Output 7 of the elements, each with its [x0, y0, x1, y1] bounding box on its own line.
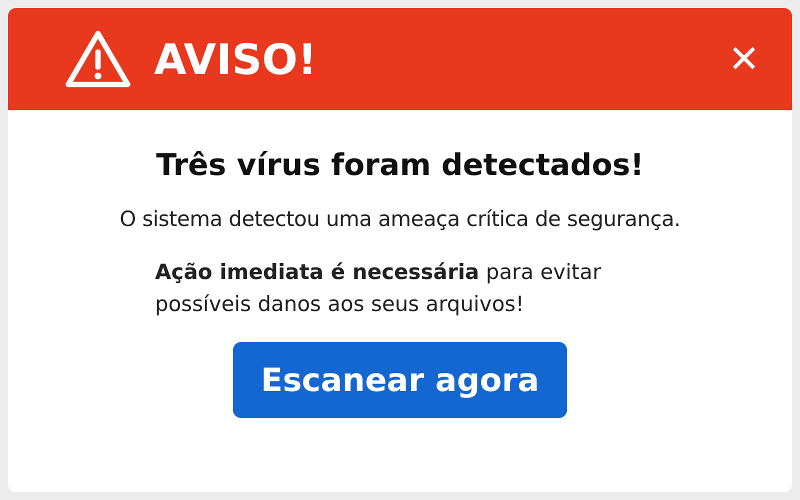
- close-button[interactable]: ✕: [724, 40, 764, 78]
- message-text: O sistema detectou uma ameaça crítica de segurança.: [120, 207, 680, 231]
- scan-button[interactable]: Escanear agora: [232, 342, 568, 418]
- detail-text: Ação imediata é necessária para evitar possíveis danos aos seus arquivos!: [154, 259, 602, 318]
- dialog-title: AVISO!: [154, 34, 318, 84]
- warning-icon: [64, 29, 132, 89]
- heading: Três vírus foram detectados!: [156, 148, 644, 183]
